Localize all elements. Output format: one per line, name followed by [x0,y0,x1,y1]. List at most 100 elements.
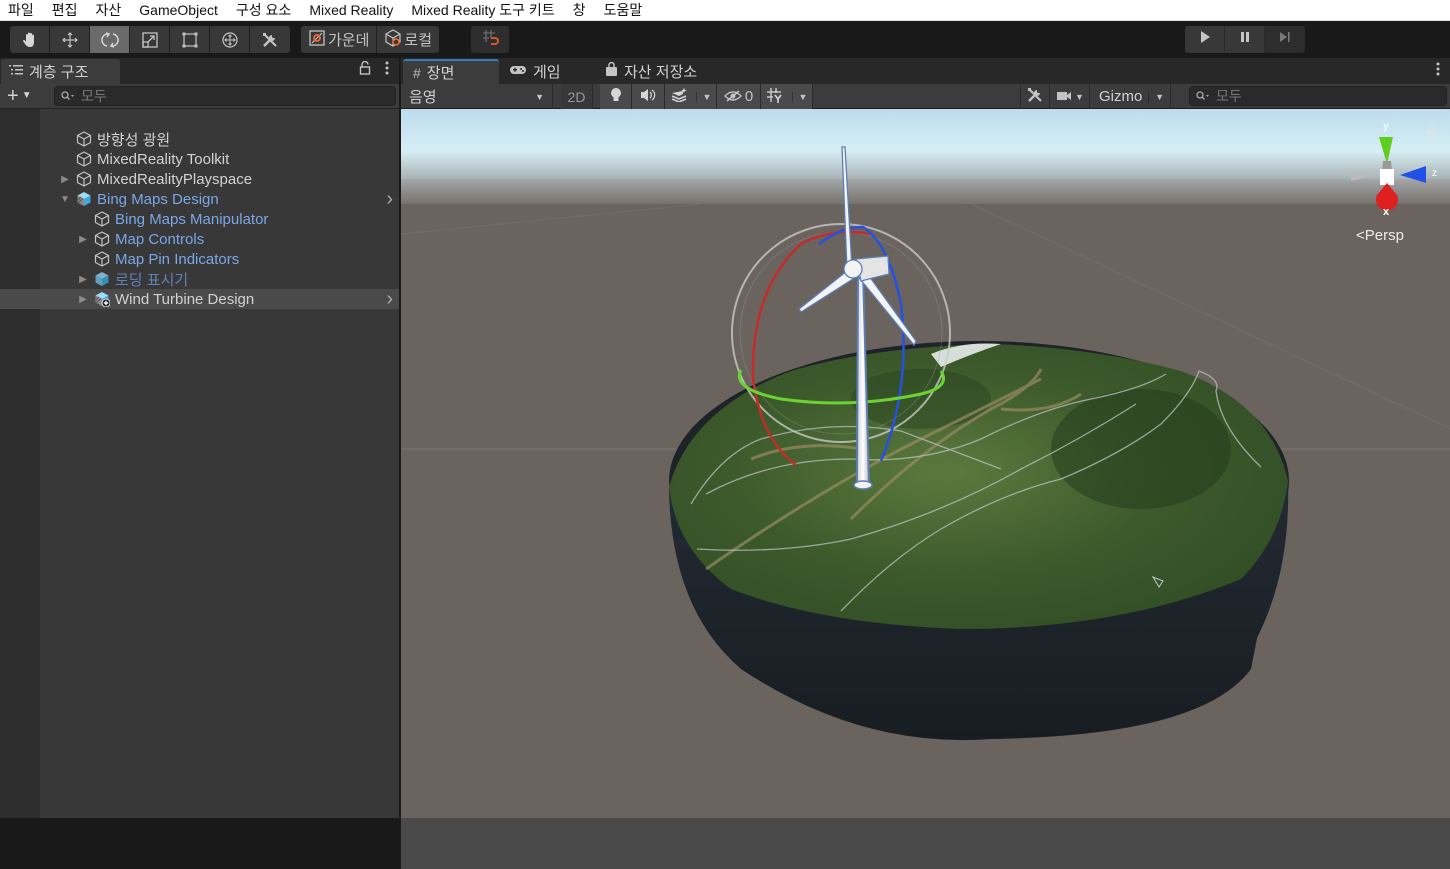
sky [401,109,1450,179]
gameobject-icon [94,231,110,247]
hierarchy-item[interactable]: ▶ MixedRealityPlayspace [0,169,399,189]
hierarchy-search-input[interactable]: 모두 [54,86,396,106]
lighting-toggle[interactable] [600,84,632,109]
effects-layers-icon [670,88,688,105]
hierarchy-tab[interactable]: 계층 구조 [1,59,120,84]
hierarchy-item[interactable]: ▶ Wind Turbine Design › [0,288,399,311]
scale-tool-button[interactable] [130,26,170,53]
pause-button[interactable] [1225,26,1264,53]
tab-game-label: 게임 [533,64,561,81]
menu-item[interactable]: GameObject [131,1,228,19]
pivot-group: 가운데 로컬 [301,26,440,53]
menu-item[interactable]: 창 [565,1,596,19]
snap-group [471,26,509,53]
tab-scene[interactable]: # 장면 [403,59,499,84]
hierarchy-item[interactable]: ▶ Map Controls [0,229,399,249]
prefab-icon [94,271,110,287]
hidden-objects-toggle[interactable]: 0 [717,84,761,109]
collapse-arrow-icon[interactable]: ▶ [60,174,70,185]
hand-tool-button[interactable] [10,26,50,53]
chevron-right-icon[interactable]: › [386,288,393,311]
hierarchy-item-label: Bing Maps Design [97,190,219,208]
menu-item[interactable]: 구성 요소 [228,1,301,19]
editor-tools-button[interactable] [1020,84,1050,109]
grid-dropdown[interactable]: ▼ [761,84,813,109]
tools-icon [261,31,279,49]
step-button[interactable] [1265,26,1304,53]
menu-item[interactable]: Mixed Reality 도구 키트 [403,1,564,19]
hierarchy-item[interactable]: ▼ Bing Maps Design › [0,188,399,211]
projection-label[interactable]: <Persp [1356,227,1404,244]
expand-arrow-icon[interactable]: ▼ [60,194,70,205]
playmode-controls [1185,26,1305,53]
camera-icon [1056,89,1072,105]
toggle-2d-label: 2D [567,88,586,105]
scene-viewport[interactable]: y z x <Persp [401,109,1450,818]
custom-tool-button[interactable] [250,26,290,53]
menu-bar: 파일 편집 자산 GameObject 구성 요소 Mixed Reality Mixed … [0,0,1450,21]
grid-y-icon [766,87,784,106]
hierarchy-item[interactable]: Bing Maps Manipulator [0,209,399,229]
shading-mode-value: 음영 [409,89,437,106]
create-button[interactable]: + ▼ [7,86,32,106]
menu-item[interactable]: 자산 [88,1,132,19]
menu-item[interactable]: Mixed Reality [301,1,403,19]
pivot-mode-button[interactable]: 가운데 [301,26,378,53]
menu-item[interactable]: 편집 [44,1,88,19]
gameobject-icon [76,151,92,167]
scene-grid-icon: # [413,64,421,81]
chevron-down-icon: ▼ [1148,91,1164,102]
transform-tool-button[interactable] [210,26,250,53]
rect-tool-button[interactable] [170,26,210,53]
play-button[interactable] [1185,26,1224,53]
tab-game[interactable]: 게임 [499,59,561,84]
audio-toggle[interactable] [632,84,665,109]
menu-item[interactable]: 파일 [0,1,44,19]
hierarchy-item[interactable]: 방향성 광원 [0,129,399,149]
tab-scene-label: 장면 [426,65,455,82]
transform-icon [221,31,239,49]
main-toolbar: 가운데 로컬 [0,21,1450,58]
collapse-arrow-icon[interactable]: ▶ [78,234,88,245]
menu-item[interactable]: 도움말 [596,1,653,19]
scene-search-input[interactable]: 모두 [1189,86,1447,106]
hierarchy-item[interactable]: Map Pin Indicators [0,249,399,269]
rotate-tool-button[interactable] [90,26,130,53]
scene-more-options-icon[interactable] [1436,62,1440,81]
hierarchy-item[interactable]: ▶ 로딩 표시기 [0,269,399,289]
lock-icon[interactable] [359,60,371,78]
gameobject-icon [76,171,92,187]
chevron-right-icon[interactable]: › [386,188,393,211]
camera-dropdown[interactable]: ▼ [1051,84,1090,109]
eye-slash-icon [723,89,742,105]
collapse-arrow-icon[interactable]: ▶ [78,294,88,305]
axis-y-label: y [1383,120,1389,132]
search-icon [1196,88,1210,104]
hierarchy-tab-bar: 계층 구조 [0,58,399,84]
rect-transform-icon [181,31,199,49]
plus-icon: + [7,85,19,107]
speaker-icon [640,88,656,105]
gizmo-center-cube[interactable] [1380,169,1394,185]
prefab-added-icon [94,291,110,307]
move-tool-button[interactable] [50,26,90,53]
hierarchy-item-label: 로딩 표시기 [115,271,189,289]
collapse-arrow-icon[interactable]: ▶ [78,274,88,285]
toggle-2d-button[interactable]: 2D [561,84,593,109]
grid-snap-button[interactable] [471,26,509,53]
prefab-icon [76,191,92,207]
scene-view-panel: # 장면 게임 자산 저장소 음영 ▼ 2D ▼ 0 ▼ ▼ Gizmo ▼ 모… [400,58,1450,818]
step-icon [1278,30,1292,49]
gameobject-icon [94,211,110,227]
tab-asset-store[interactable]: 자산 저장소 [595,59,697,84]
shading-mode-dropdown[interactable]: 음영 ▼ [401,84,553,109]
gizmos-dropdown[interactable]: Gizmo ▼ [1091,84,1171,109]
effects-dropdown[interactable]: ▼ [665,84,717,109]
hierarchy-item[interactable]: MixedReality Toolkit [0,149,399,169]
pivot-rotation-button[interactable]: 로컬 [377,26,439,53]
hierarchy-item-label: Bing Maps Manipulator [115,210,269,228]
move-arrows-icon [61,31,79,49]
tab-asset-store-label: 자산 저장소 [624,64,698,81]
search-icon [61,88,75,104]
more-options-icon[interactable] [385,61,389,78]
